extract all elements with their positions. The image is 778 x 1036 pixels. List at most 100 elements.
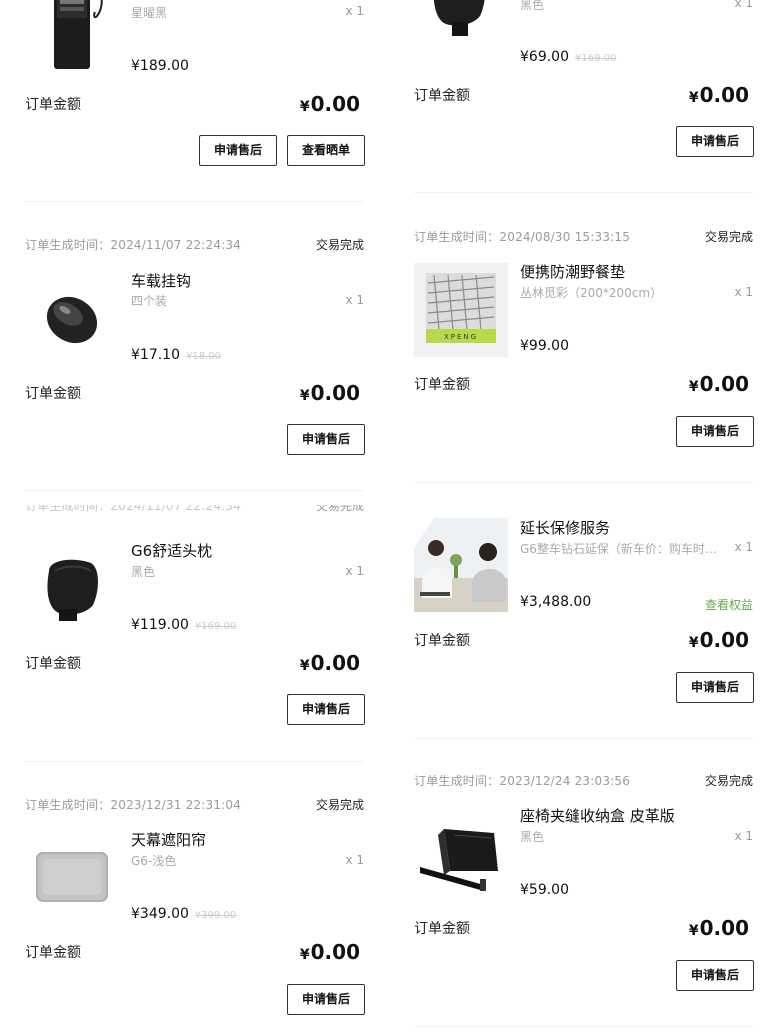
price-value: ¥189.00 bbox=[131, 58, 189, 74]
product-price: ¥99.00 bbox=[520, 338, 569, 354]
order-amount-row: 订单金额 ¥0.00 bbox=[25, 381, 364, 405]
original-price: ¥399.00 bbox=[194, 910, 237, 921]
product-quantity: x 1 bbox=[345, 293, 364, 307]
product-price: ¥189.00 bbox=[131, 58, 189, 74]
order-status: 交易完成 bbox=[704, 774, 753, 788]
order-status: 交易完成 bbox=[315, 798, 364, 812]
order-amount-value: ¥0.00 bbox=[300, 940, 360, 964]
order-time: 订单生成时间：2024/11/07 22:24:34 bbox=[25, 505, 242, 513]
headrest-product-icon[interactable] bbox=[414, 0, 508, 54]
product-price: ¥3,488.00 bbox=[520, 594, 591, 610]
order-amount-row: 订单金额 ¥0.00 bbox=[25, 940, 364, 964]
product-quantity: x 1 bbox=[345, 4, 364, 18]
order-amount-value: ¥0.00 bbox=[689, 83, 749, 107]
order-amount-value: ¥0.00 bbox=[689, 628, 749, 652]
mat-brand-text: XPENG bbox=[444, 333, 478, 341]
product-quantity: x 1 bbox=[734, 0, 753, 10]
product-quantity: x 1 bbox=[734, 285, 753, 299]
amount-number: 0.00 bbox=[699, 916, 749, 940]
product-title[interactable]: 延长保修服务 bbox=[520, 517, 610, 538]
order-card-header: 订单生成时间：2023/12/24 23:03:56 交易完成 bbox=[414, 772, 753, 792]
amount-number: 0.00 bbox=[699, 372, 749, 396]
product-title[interactable]: 车载挂钩 bbox=[131, 270, 191, 291]
currency-symbol: ¥ bbox=[299, 388, 310, 404]
product-quantity: x 1 bbox=[734, 829, 753, 843]
order-time: 订单生成时间：2023/12/31 22:31:04 bbox=[25, 798, 242, 812]
product-spec: 黑色 bbox=[131, 565, 156, 579]
after-sale-button[interactable]: 申请售后 bbox=[676, 960, 754, 991]
product-quantity: x 1 bbox=[345, 853, 364, 867]
card-divider bbox=[25, 201, 364, 202]
price-value: ¥69.00 bbox=[520, 49, 569, 65]
currency-symbol: ¥ bbox=[688, 923, 699, 939]
currency-symbol: ¥ bbox=[299, 947, 310, 963]
order-amount-row: 订单金额 ¥0.00 bbox=[414, 372, 753, 396]
product-title[interactable]: 便携防潮野餐垫 bbox=[520, 261, 625, 282]
product-title[interactable]: G6舒适头枕 bbox=[131, 540, 212, 561]
order-amount-label: 订单金额 bbox=[25, 386, 81, 402]
currency-symbol: ¥ bbox=[299, 99, 310, 115]
after-sale-button[interactable]: 申请售后 bbox=[676, 416, 754, 447]
view-review-button[interactable]: 查看晒单 bbox=[287, 135, 365, 166]
price-value: ¥3,488.00 bbox=[520, 594, 592, 610]
view-benefits-link[interactable]: 查看权益 bbox=[705, 596, 753, 613]
product-price: ¥349.00 ¥399.00 bbox=[131, 906, 236, 922]
car-hook-product-icon[interactable] bbox=[25, 270, 119, 364]
price-value: ¥17.10 bbox=[131, 347, 180, 363]
after-sale-button[interactable]: 申请售后 bbox=[287, 984, 365, 1015]
card-divider bbox=[25, 761, 364, 762]
order-amount-row: 订单金额 ¥0.00 bbox=[414, 628, 753, 652]
order-amount-label: 订单金额 bbox=[25, 945, 81, 961]
product-spec: 星曜黑 bbox=[131, 6, 168, 20]
product-spec: 黑色 bbox=[520, 0, 545, 12]
currency-symbol: ¥ bbox=[688, 90, 699, 106]
product-price: ¥119.00 ¥169.00 bbox=[131, 617, 236, 633]
product-title[interactable]: 座椅夹缝收纳盒 皮革版 bbox=[520, 805, 675, 826]
order-amount-label: 订单金额 bbox=[25, 97, 81, 113]
after-sale-button[interactable]: 申请售后 bbox=[676, 672, 754, 703]
order-card-header: 订单生成时间：2024/11/07 22:24:34 交易完成 bbox=[25, 236, 364, 256]
after-sale-button[interactable]: 申请售后 bbox=[199, 135, 277, 166]
after-sale-button[interactable]: 申请售后 bbox=[287, 694, 365, 725]
sunshade-product-icon[interactable] bbox=[25, 829, 119, 923]
order-time: 订单生成时间：2024/08/30 15:33:15 bbox=[414, 230, 631, 244]
order-amount-label: 订单金额 bbox=[25, 656, 81, 672]
card-divider bbox=[414, 482, 753, 483]
card-divider bbox=[414, 738, 753, 739]
order-amount-label: 订单金额 bbox=[414, 921, 470, 937]
after-sale-button[interactable]: 申请售后 bbox=[676, 126, 754, 157]
order-amount-row: 订单金额 ¥0.00 bbox=[25, 92, 364, 116]
order-amount-value: ¥0.00 bbox=[689, 372, 749, 396]
amount-number: 0.00 bbox=[310, 381, 360, 405]
order-amount-row: 订单金额 ¥0.00 bbox=[25, 651, 364, 675]
picnic-mat-product-icon[interactable]: XPENG bbox=[414, 263, 508, 357]
order-status: 交易完成 bbox=[315, 505, 364, 513]
price-value: ¥59.00 bbox=[520, 882, 569, 898]
after-sale-button[interactable]: 申请售后 bbox=[287, 424, 365, 455]
product-spec: 黑色 bbox=[520, 830, 545, 844]
product-quantity: x 1 bbox=[734, 540, 753, 554]
price-value: ¥119.00 bbox=[131, 617, 189, 633]
warranty-service-photo[interactable] bbox=[414, 518, 508, 612]
order-time: 订单生成时间：2024/11/07 22:24:34 bbox=[25, 238, 242, 252]
order-card-header: 订单生成时间：2023/12/31 22:31:04 交易完成 bbox=[25, 796, 364, 816]
order-status: 交易完成 bbox=[704, 230, 753, 244]
amount-number: 0.00 bbox=[699, 83, 749, 107]
card-divider bbox=[25, 490, 364, 491]
amount-number: 0.00 bbox=[310, 940, 360, 964]
card-divider bbox=[414, 1026, 753, 1027]
order-amount-row: 订单金额 ¥0.00 bbox=[414, 916, 753, 940]
seat-organizer-product-icon[interactable] bbox=[414, 805, 508, 899]
amount-number: 0.00 bbox=[699, 628, 749, 652]
order-card-header-faded: 订单生成时间：2024/11/07 22:24:34 交易完成 bbox=[25, 505, 364, 517]
headrest-product-icon[interactable] bbox=[25, 543, 119, 637]
order-amount-label: 订单金额 bbox=[414, 377, 470, 393]
product-spec: 四个装 bbox=[131, 294, 168, 308]
order-amount-label: 订单金额 bbox=[414, 88, 470, 104]
product-title[interactable]: 天幕遮阳帘 bbox=[131, 829, 206, 850]
order-amount-label: 订单金额 bbox=[414, 633, 470, 649]
order-status: 交易完成 bbox=[315, 238, 364, 252]
currency-symbol: ¥ bbox=[688, 379, 699, 395]
product-price: ¥69.00 ¥169.00 bbox=[520, 49, 616, 65]
air-pump-product-icon[interactable] bbox=[25, 0, 119, 70]
